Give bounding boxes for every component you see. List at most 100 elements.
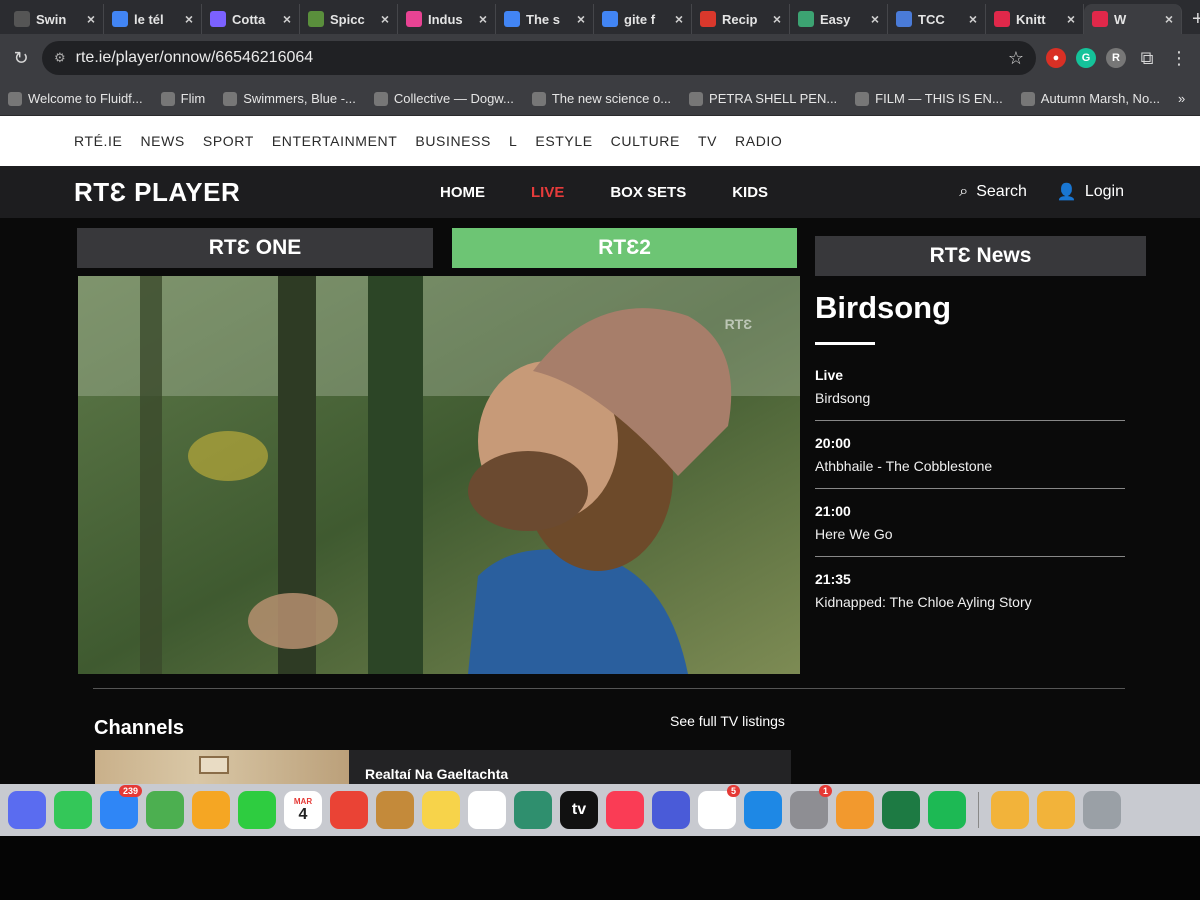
tab-rte-2[interactable]: RTƐ2 — [452, 228, 797, 268]
reminders-icon[interactable]: 5 — [698, 785, 740, 829]
messages-icon[interactable] — [54, 791, 92, 829]
launchpad-icon[interactable] — [8, 791, 46, 829]
excel-icon[interactable] — [882, 791, 920, 829]
browser-tab[interactable]: W × — [1084, 4, 1182, 34]
notes-icon[interactable] — [422, 791, 460, 829]
nav-box-sets[interactable]: BOX SETS — [610, 184, 686, 201]
programme-time: 20:00 — [815, 435, 851, 451]
programme-item[interactable]: 20:00 Athbhaile - The Cobblestone — [815, 435, 1125, 489]
rte-nav-item[interactable]: NEWS — [140, 133, 184, 149]
address-bar[interactable]: ⚙ rte.ie/player/onnow/66546216064 ☆ — [42, 41, 1036, 75]
close-tab-icon[interactable]: × — [1067, 11, 1075, 27]
contacts-icon[interactable] — [376, 791, 414, 829]
scrivener-icon[interactable] — [514, 791, 552, 829]
browser-tab[interactable]: gite f × — [594, 4, 692, 34]
bookmark-item[interactable]: PETRA SHELL PEN... — [689, 91, 837, 106]
nav-home[interactable]: HOME — [440, 184, 485, 201]
bookmark-item[interactable]: The new science o... — [531, 91, 671, 106]
close-tab-icon[interactable]: × — [1165, 11, 1173, 27]
site-info-icon[interactable]: ⚙ — [54, 50, 66, 66]
close-tab-icon[interactable]: × — [479, 11, 487, 27]
browser-tab[interactable]: TCC × — [888, 4, 986, 34]
maps-icon[interactable] — [146, 791, 184, 829]
new-tab-icon[interactable]: + — [1182, 4, 1200, 34]
browser-tab[interactable]: Recip × — [692, 4, 790, 34]
chrome-icon[interactable] — [330, 791, 368, 829]
rte-nav-item[interactable]: SPORT — [203, 133, 254, 149]
close-tab-icon[interactable]: × — [185, 11, 193, 27]
rte-nav-item[interactable]: TV — [698, 133, 717, 149]
extension-icon[interactable]: R — [1106, 48, 1126, 68]
photos-icon[interactable] — [192, 791, 230, 829]
facetime-icon[interactable] — [238, 791, 276, 829]
rte-nav-item[interactable]: RADIO — [735, 133, 782, 149]
search-button[interactable]: ⌕ Search — [959, 182, 1027, 202]
settings-icon[interactable]: 1 — [790, 785, 832, 829]
programme-time: 21:00 — [815, 503, 851, 519]
browser-tab[interactable]: Easy × — [790, 4, 888, 34]
rte-nav-item[interactable]: BUSINESS — [415, 133, 491, 149]
full-listings-link[interactable]: See full TV listings — [670, 713, 785, 729]
bookmarks-overflow-icon[interactable]: » — [1178, 91, 1185, 106]
bookmark-item[interactable]: Autumn Marsh, No... — [1020, 91, 1160, 106]
nav-live[interactable]: LIVE — [531, 184, 564, 201]
extensions-puzzle-icon[interactable]: ⧉ — [1136, 48, 1158, 69]
close-tab-icon[interactable]: × — [577, 11, 585, 27]
mail-icon[interactable]: 239 — [100, 785, 142, 829]
appstore-icon[interactable] — [744, 791, 782, 829]
rte-nav-item[interactable]: ESTYLE — [535, 133, 592, 149]
close-tab-icon[interactable]: × — [871, 11, 879, 27]
bookmark-item[interactable]: Welcome to Fluidf... — [8, 91, 143, 106]
rte-player-logo[interactable]: RTƐ PLAYER — [74, 177, 240, 208]
nav-kids[interactable]: KIDS — [732, 184, 768, 201]
programme-item[interactable]: 21:35 Kidnapped: The Chloe Ayling Story — [815, 571, 1125, 624]
programme-item[interactable]: Live Birdsong — [815, 367, 1125, 421]
bookmark-item[interactable]: Swimmers, Blue -... — [223, 91, 356, 106]
browser-tab[interactable]: Indus × — [398, 4, 496, 34]
calendar-icon[interactable]: MAR 4 — [284, 791, 322, 829]
browser-tab[interactable]: Knitt × — [986, 4, 1084, 34]
bookmark-item[interactable]: Flim — [160, 91, 205, 106]
grammarly-icon[interactable]: G — [1076, 48, 1096, 68]
freeform-icon[interactable] — [468, 791, 506, 829]
rte-nav-item[interactable]: L — [509, 133, 517, 149]
close-tab-icon[interactable]: × — [675, 11, 683, 27]
close-tab-icon[interactable]: × — [969, 11, 977, 27]
rte-nav-item[interactable]: ENTERTAINMENT — [272, 133, 398, 149]
login-button[interactable]: 👤 Login — [1057, 182, 1124, 202]
trash-icon[interactable] — [1083, 791, 1121, 829]
folder-icon[interactable] — [1037, 791, 1075, 829]
browser-tab[interactable]: Cotta × — [202, 4, 300, 34]
shortcuts-icon[interactable] — [652, 791, 690, 829]
spotify-icon[interactable] — [928, 791, 966, 829]
browser-tab[interactable]: Spicc × — [300, 4, 398, 34]
pages-icon[interactable] — [836, 791, 874, 829]
close-tab-icon[interactable]: × — [381, 11, 389, 27]
reload-icon[interactable]: ↻ — [10, 48, 32, 69]
extension-record-icon[interactable]: ● — [1046, 48, 1066, 68]
rte-nav-item[interactable]: RTÉ.IE — [74, 133, 122, 149]
bookmark-star-icon[interactable]: ☆ — [1008, 48, 1024, 69]
channel-card[interactable]: Realtaí Na Gaeltachta — [95, 750, 791, 784]
tab-rte-one[interactable]: RTƐ ONE — [77, 228, 433, 268]
music-icon[interactable] — [606, 791, 644, 829]
close-tab-icon[interactable]: × — [87, 11, 95, 27]
tab-rte-news[interactable]: RTƐ News — [815, 236, 1146, 276]
programme-item[interactable]: 21:00 Here We Go — [815, 503, 1125, 557]
folder-icon[interactable] — [991, 791, 1029, 829]
url-text[interactable]: rte.ie/player/onnow/66546216064 — [76, 49, 998, 67]
appletv-icon[interactable]: tv — [560, 791, 598, 829]
browser-tab[interactable]: The s × — [496, 4, 594, 34]
tab-favicon-icon — [406, 11, 422, 27]
browser-tab[interactable]: Swin × — [6, 4, 104, 34]
more-menu-icon[interactable]: ⋮ — [1168, 48, 1190, 69]
bookmark-item[interactable]: FILM — THIS IS EN... — [855, 91, 1003, 106]
bookmark-item[interactable]: Collective — Dogw... — [373, 91, 514, 106]
browser-tab[interactable]: le tél × — [104, 4, 202, 34]
live-video-player[interactable]: RTƐ — [78, 276, 800, 674]
close-tab-icon[interactable]: × — [773, 11, 781, 27]
tab-title: Swin — [36, 11, 67, 27]
close-tab-icon[interactable]: × — [283, 11, 291, 27]
rte-nav-item[interactable]: CULTURE — [611, 133, 680, 149]
player-main-nav: HOME LIVE BOX SETS KIDS — [440, 184, 768, 201]
